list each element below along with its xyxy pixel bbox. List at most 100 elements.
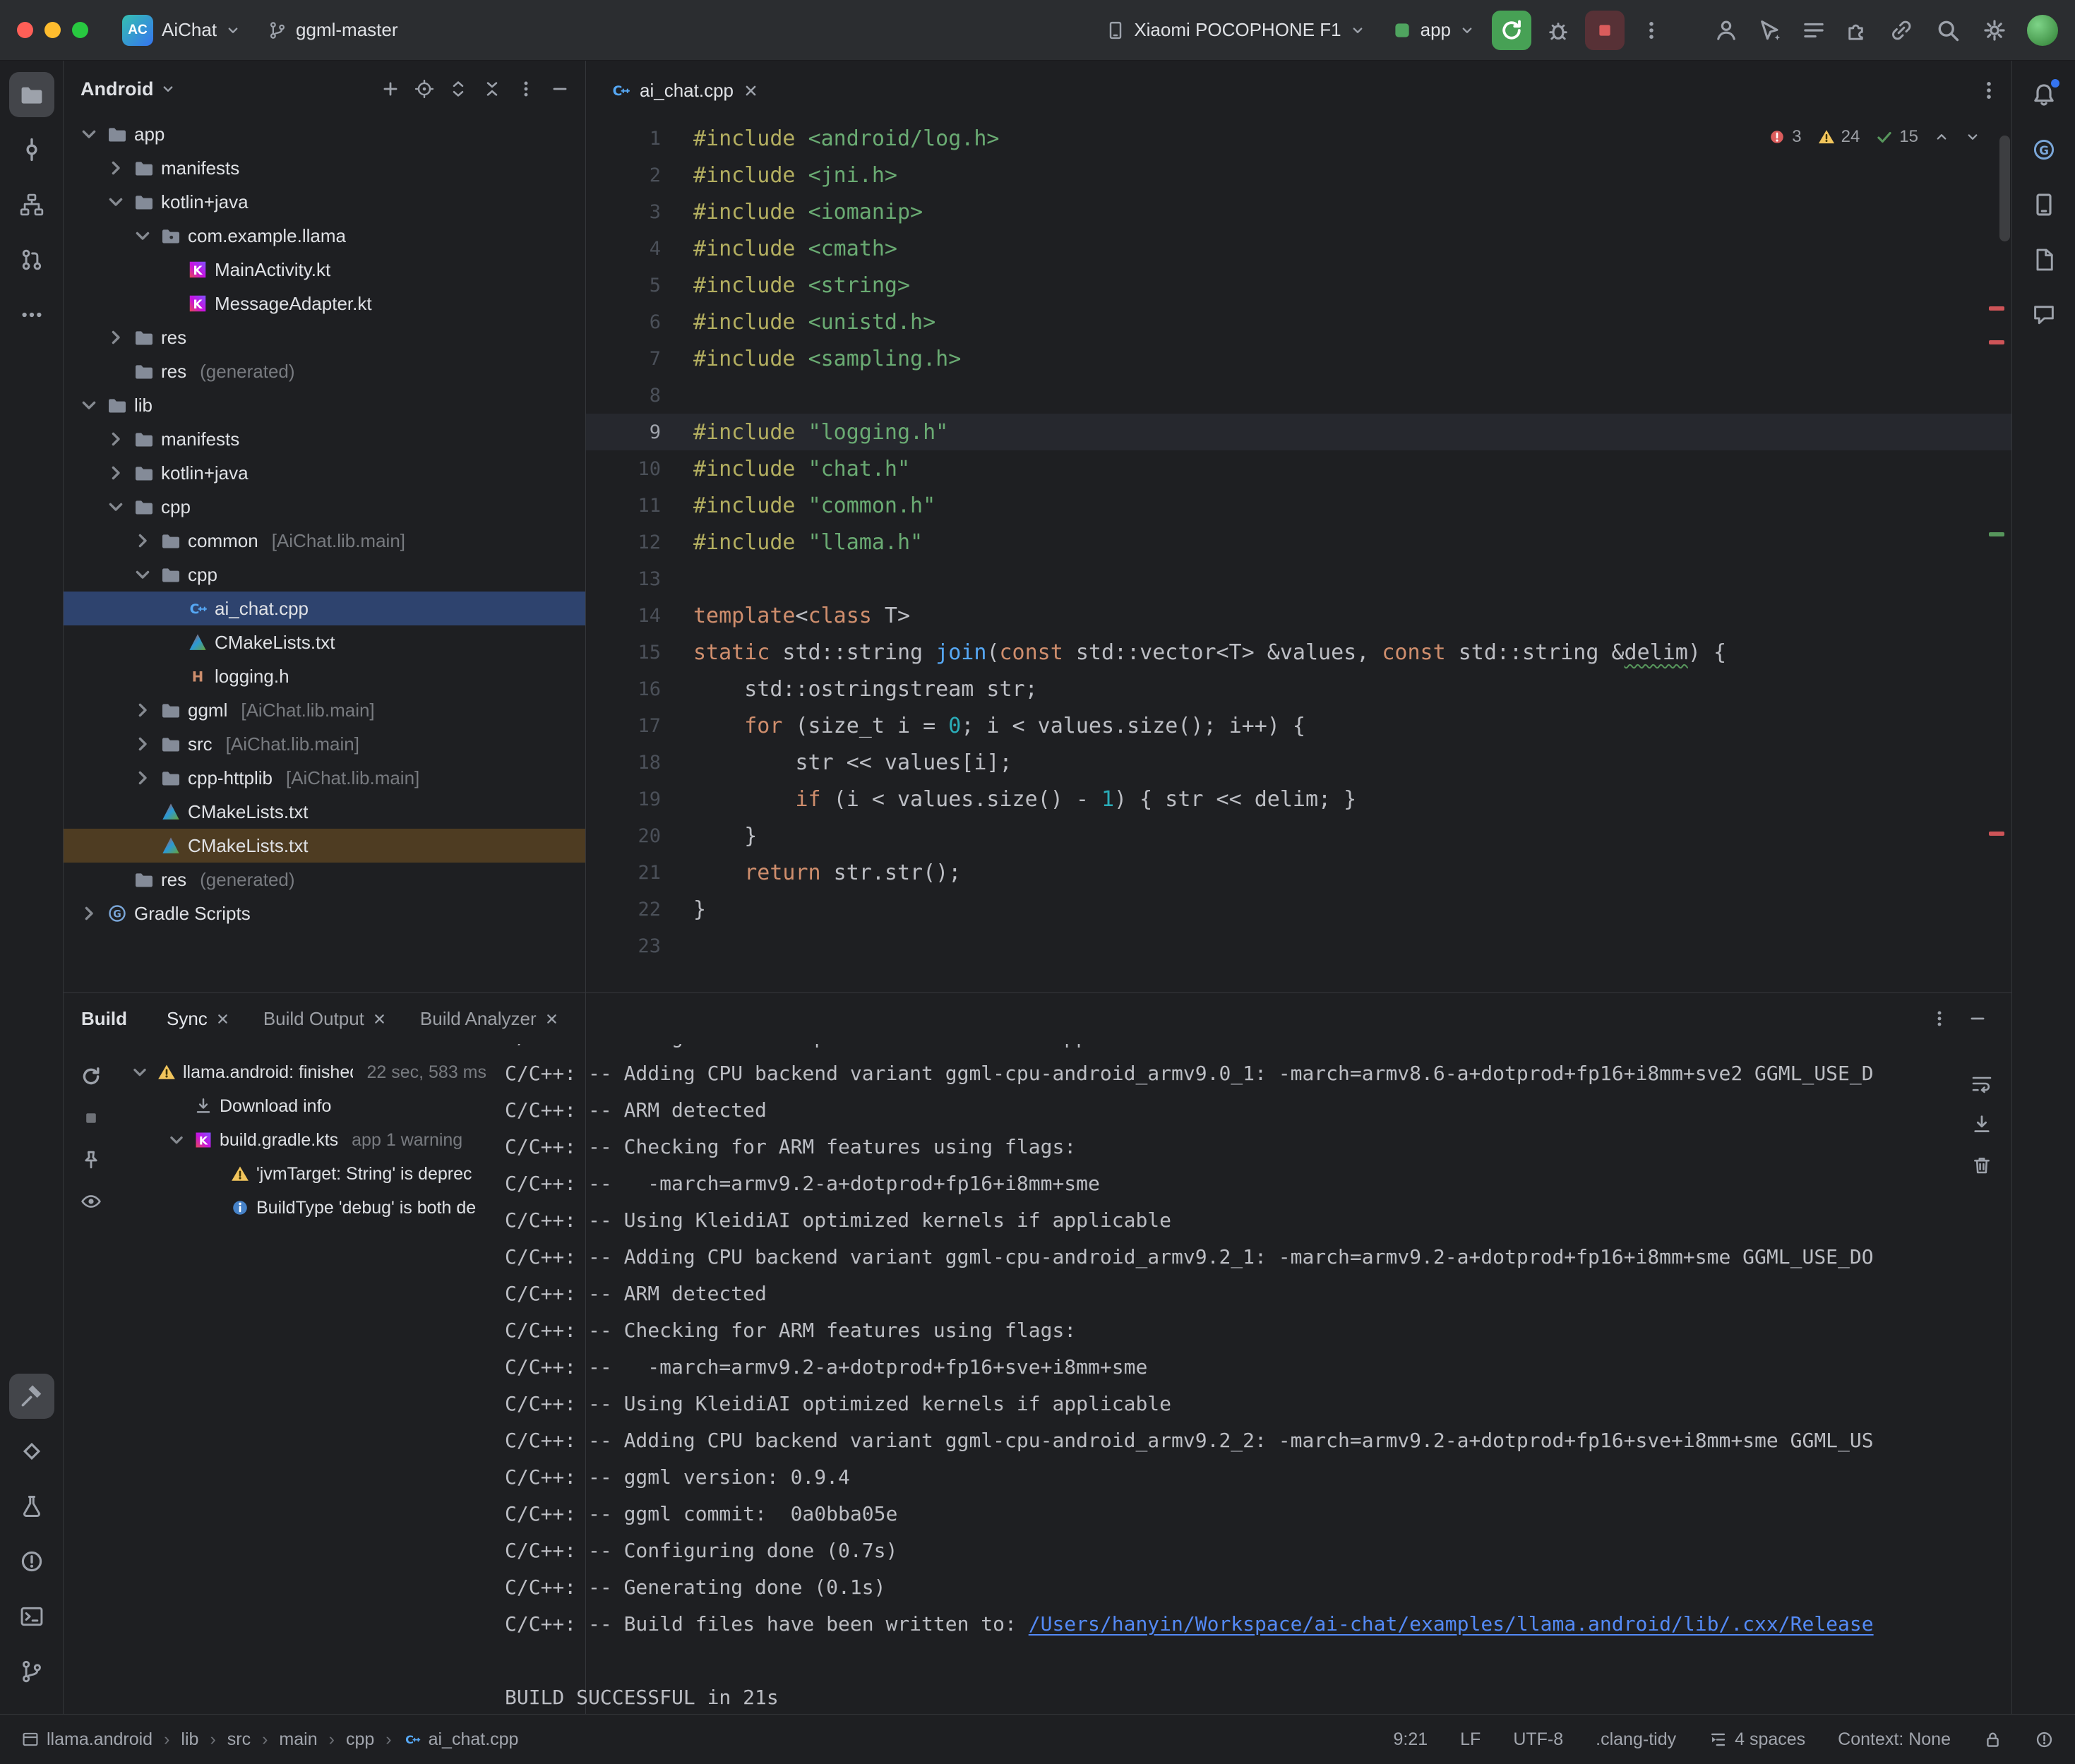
titlebar-tool-share-link[interactable] [1882,11,1921,50]
titlebar-tool-todo-list[interactable] [1794,11,1834,50]
project-tree-item[interactable]: kotlin+java [64,185,585,219]
project-tree-item[interactable]: Cai_chat.cpp [64,592,585,625]
chevron-down-icon[interactable] [160,81,176,97]
inspections-widget[interactable]: 3 24 15 [1768,127,1980,147]
chevron-down[interactable] [78,123,100,145]
breadcrumb-item[interactable]: lib [181,1729,198,1750]
project-tree-item[interactable]: CMakeLists.txt [64,829,585,863]
tool-strip-button-device-manager[interactable] [2021,182,2067,227]
project-toolbar-collapse-all-button[interactable] [477,73,508,104]
project-tree-item[interactable]: Hlogging.h [64,659,585,693]
project-tree-item[interactable]: app [64,117,585,151]
tool-strip-button-app-inspection[interactable] [9,1429,54,1474]
project-tree-item[interactable]: lib [64,388,585,422]
tool-strip-button-terminal[interactable] [9,1594,54,1639]
build-tree-item[interactable]: Kbuild.gradle.ktsapp 1 warning [119,1123,486,1157]
build-tree-item[interactable]: BuildType 'debug' is both de [119,1191,486,1225]
breadcrumb-item[interactable]: Cai_chat.cpp [403,1729,519,1750]
build-console[interactable]: C/C++: -- Using KleidiAI optimized kerne… [486,1044,2011,1714]
editor-scrollbar[interactable] [1999,136,2010,241]
project-tree-item[interactable]: res [64,320,585,354]
chevron-down[interactable] [131,224,154,247]
status-ide-status[interactable] [2035,1730,2054,1749]
project-tree-item[interactable]: res(generated) [64,863,585,896]
build-tab-build-output[interactable]: Build Output [249,993,402,1044]
project-tree-item[interactable]: CMakeLists.txt [64,625,585,659]
close-icon[interactable] [215,1011,231,1027]
project-toolbar-kebab-button[interactable] [510,73,542,104]
project-toolbar-expand-all-button[interactable] [443,73,474,104]
build-tree-item[interactable]: 'jvmTarget: String' is deprec [119,1157,486,1191]
project-toolbar-minus-button[interactable] [544,73,575,104]
chevron-down[interactable] [104,191,127,213]
build-tree-item[interactable]: llama.android: finished22 sec, 583 ms [119,1055,486,1089]
minimize-window-button[interactable] [44,22,61,38]
tool-strip-button-assistant[interactable] [2021,292,2067,337]
prev-issue-icon[interactable] [1934,129,1949,145]
settings-button[interactable] [1975,11,2014,50]
tool-strip-button-profiler[interactable] [9,1484,54,1529]
project-tree-item[interactable]: manifests [64,422,585,456]
chevron-right[interactable] [131,767,154,789]
close-window-button[interactable] [17,22,33,38]
chevron-right[interactable] [104,462,127,484]
project-tree-item[interactable]: src[AiChat.lib.main] [64,727,585,761]
tool-strip-button-problems[interactable] [9,1539,54,1584]
chevron-down[interactable] [166,1129,187,1151]
build-gutter-pin-button[interactable] [80,1148,102,1175]
tool-strip-button-gradle[interactable]: G [2021,127,2067,172]
status-context[interactable]: Context: None [1838,1729,1951,1750]
build-gutter-rerun-button[interactable] [80,1065,102,1091]
build-gutter-eye-button[interactable] [80,1190,102,1216]
status-caret-position[interactable]: 9:21 [1393,1729,1428,1750]
tool-strip-button-version-control[interactable] [9,1649,54,1694]
build-panel-title[interactable]: Build [81,1008,127,1030]
code-editor[interactable]: 1#include <android/log.h>2#include <jni.… [586,120,2011,992]
status-clang-tidy[interactable]: .clang-tidy [1596,1729,1676,1750]
chevron-right[interactable] [131,699,154,721]
search-everywhere-button[interactable] [1928,11,1968,50]
breadcrumb-item[interactable]: src [227,1729,251,1750]
project-view-selector[interactable]: Android [80,78,153,100]
console-scroll-end-button[interactable] [1971,1113,1993,1139]
titlebar-tool-code-with-me[interactable] [1706,11,1746,50]
project-tree-item[interactable]: com.example.llama [64,219,585,253]
project-tree-item[interactable]: manifests [64,151,585,185]
breadcrumb-item[interactable]: llama.android [21,1729,153,1750]
console-soft-wrap-button[interactable] [1971,1072,1993,1098]
close-tab-icon[interactable] [742,82,760,100]
project-tree-item[interactable]: KMessageAdapter.kt [64,287,585,320]
build-tab-build-analyzer[interactable]: Build Analyzer [406,993,574,1044]
chevron-down[interactable] [129,1062,150,1083]
status-indent-style[interactable]: 4 spaces [1709,1729,1805,1750]
inspection-passed[interactable]: 15 [1875,127,1918,147]
stop-button[interactable] [1585,11,1625,50]
project-tree-item[interactable]: GGradle Scripts [64,896,585,930]
tool-strip-button-build[interactable] [9,1374,54,1419]
editor-tab[interactable]: C ai_chat.cpp [596,61,774,120]
inspection-warnings[interactable]: 24 [1817,127,1860,147]
status-file-encoding[interactable]: UTF-8 [1513,1729,1563,1750]
project-tree-item[interactable]: kotlin+java [64,456,585,490]
console-clear-button[interactable] [1971,1154,1993,1180]
tool-strip-button-notifications[interactable] [2021,72,2067,117]
build-bar-kebab-button[interactable] [1924,1003,1955,1034]
project-tree-item[interactable]: KMainActivity.kt [64,253,585,287]
next-issue-icon[interactable] [1965,129,1980,145]
tool-strip-button-project[interactable] [9,72,54,117]
device-selector[interactable]: Xiaomi POCOPHONE F1 [1096,10,1375,51]
tool-strip-button-more-tools[interactable] [9,292,54,337]
project-tree-item[interactable]: common[AiChat.lib.main] [64,524,585,558]
project-tree-item[interactable]: cpp-httplib[AiChat.lib.main] [64,761,585,795]
project-widget[interactable]: AC AiChat [112,10,251,51]
chevron-right[interactable] [78,902,100,925]
project-tree-item[interactable]: CMakeLists.txt [64,795,585,829]
titlebar-tool-ai-actions[interactable] [1750,11,1790,50]
project-toolbar-plus-button[interactable] [375,73,406,104]
close-icon[interactable] [371,1011,388,1027]
project-tree-item[interactable]: cpp [64,490,585,524]
status-line-separator[interactable]: LF [1460,1729,1481,1750]
breadcrumb-item[interactable]: main [279,1729,317,1750]
build-gutter-stop-gray-button[interactable] [80,1107,102,1133]
project-tree-item[interactable]: res(generated) [64,354,585,388]
